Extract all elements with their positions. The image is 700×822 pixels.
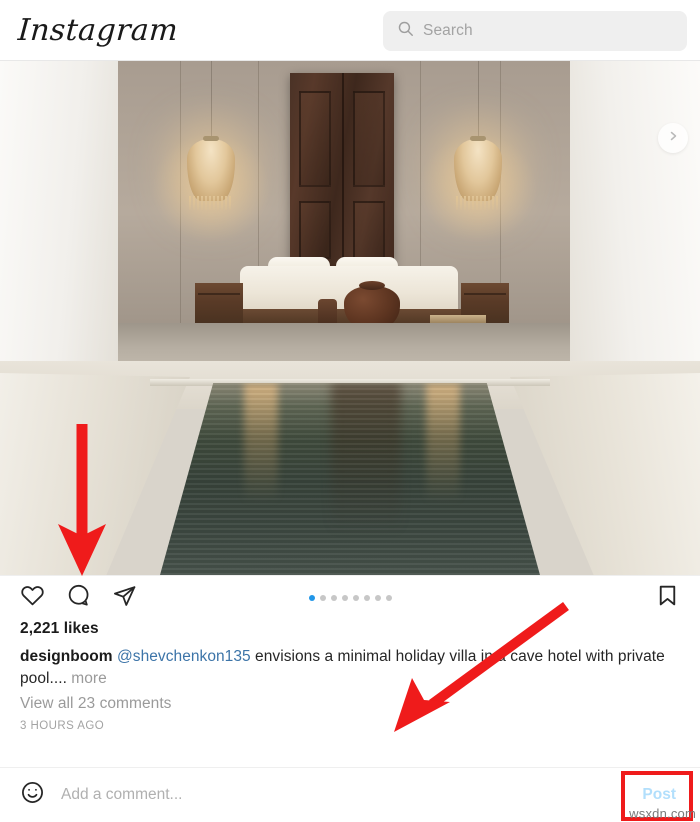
swimming-pool [160,383,540,575]
comment-input[interactable] [61,786,637,804]
caption-mention[interactable]: @shevchenkon135 [117,648,251,665]
caption-more-link[interactable]: more [71,670,107,687]
share-button[interactable] [112,583,137,613]
caption-username[interactable]: designboom [20,648,113,665]
carousel-dot[interactable] [341,595,348,601]
carousel-dot[interactable] [374,595,381,601]
heart-icon [20,583,45,613]
view-all-comments-link[interactable]: View all 23 comments [20,695,680,713]
wooden-door [290,73,394,278]
likes-count[interactable]: 2,221 likes [20,620,680,638]
carousel-dot[interactable] [319,595,326,601]
post-meta: 2,221 likes designboom @shevchenkon135 e… [0,620,700,743]
post-caption: designboom @shevchenkon135 envisions a m… [20,646,680,690]
comment-icon [66,583,91,613]
bookmark-icon [655,583,680,613]
share-icon [112,583,137,613]
chevron-right-icon [667,129,679,147]
comment-button[interactable] [66,583,91,613]
post-action-bar [0,576,700,620]
photo-scene [0,61,700,575]
carousel-next-button[interactable] [658,123,688,153]
carousel-dot[interactable] [385,595,392,601]
search-bar[interactable]: Search [383,11,687,51]
save-button[interactable] [655,583,680,613]
search-icon [397,20,414,42]
app-header: Instagram Search [0,0,700,60]
post-comment-button[interactable]: Post [636,782,682,808]
emoji-picker-button[interactable] [20,780,45,810]
comment-bar: Post wsxdn.com [0,767,700,822]
carousel-dot[interactable] [352,595,359,601]
carousel-dot[interactable] [330,595,337,601]
like-button[interactable] [20,583,45,613]
instagram-logo[interactable]: Instagram [17,13,179,48]
post-image[interactable] [0,60,700,576]
carousel-dot[interactable] [363,595,370,601]
pendant-lamp-left [187,139,235,210]
watermark: wsxdn.com [629,806,696,821]
pendant-lamp-right [454,139,502,210]
post-timestamp: 3 HOURS AGO [20,720,105,732]
emoji-smiley-icon [20,780,45,810]
instagram-app: Instagram Search 2,221 likes designboom … [0,0,700,822]
search-placeholder: Search [423,22,473,39]
carousel-dot[interactable] [308,595,315,601]
